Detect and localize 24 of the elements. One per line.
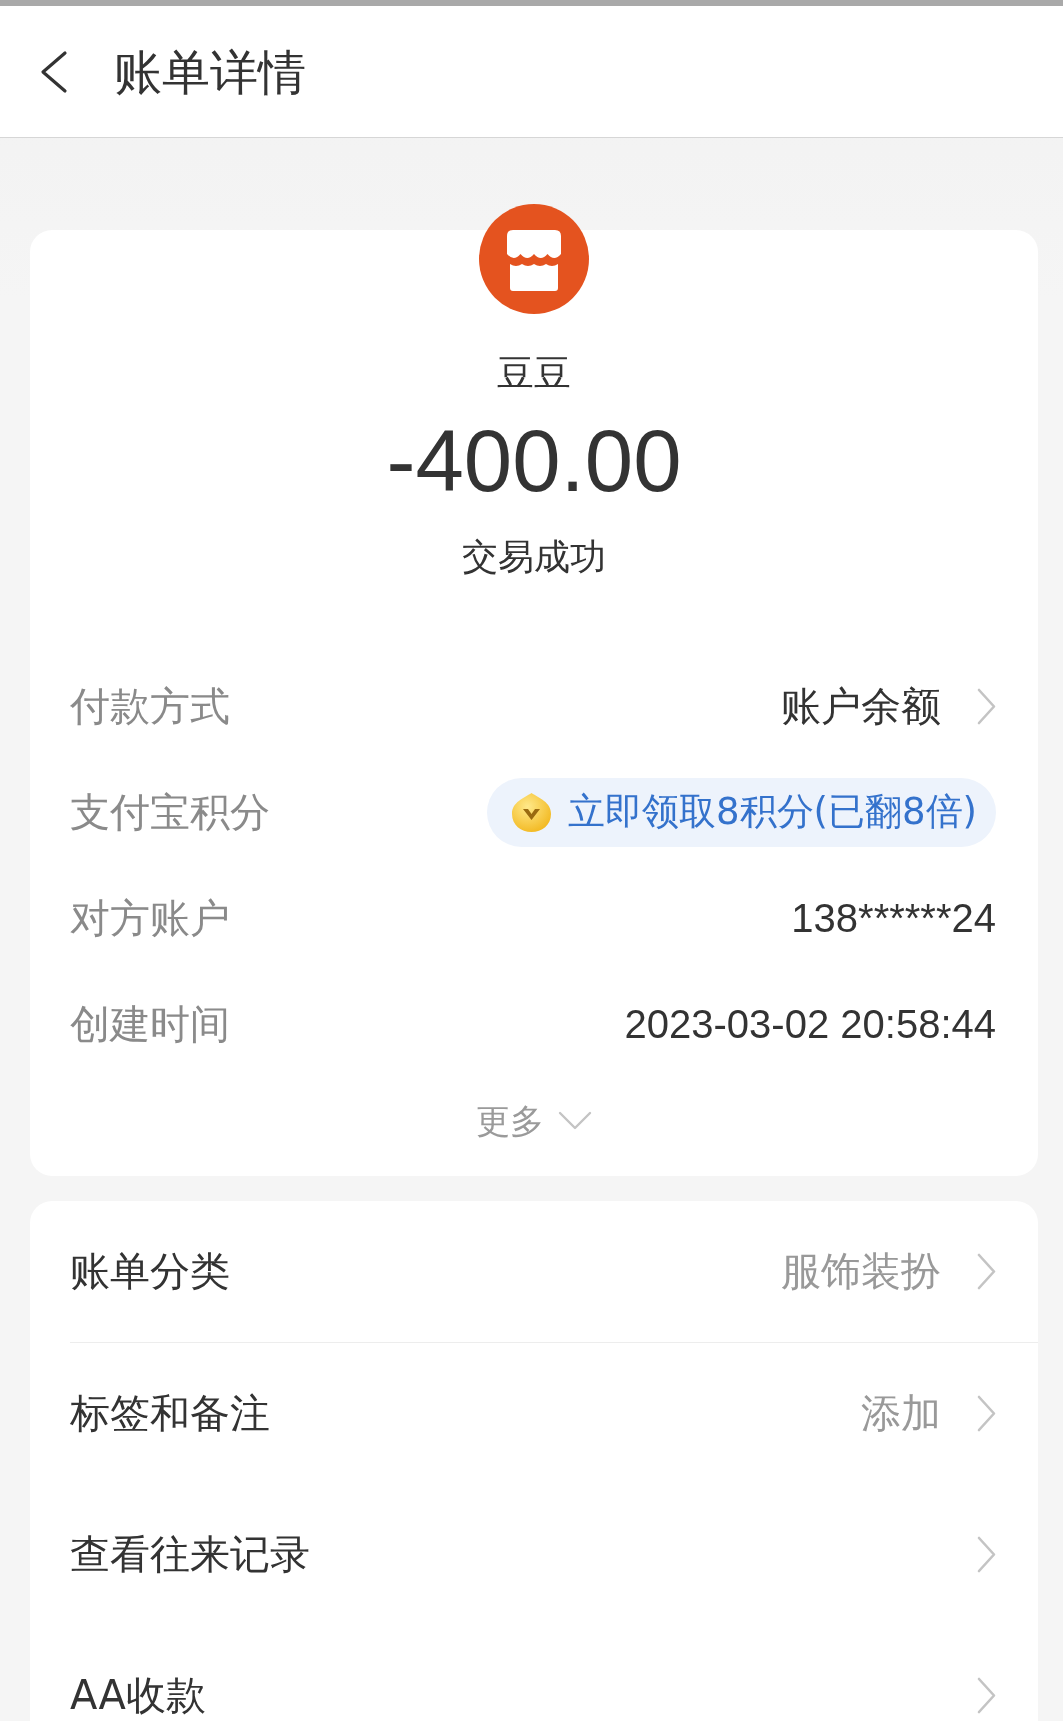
detail-value: 138******24 [791, 895, 996, 941]
row-label[interactable]: 查看往来记录 [70, 1527, 310, 1582]
row-label[interactable]: 账单分类 [70, 1244, 230, 1299]
chevron-right-icon [977, 1677, 996, 1714]
page-title: 账单详情 [114, 43, 306, 100]
row-label[interactable]: 标签和备注 [70, 1386, 270, 1441]
row-label[interactable]: AA收款 [70, 1668, 206, 1721]
detail-label: 创建时间 [70, 999, 230, 1049]
merchant-name: 豆豆 [497, 352, 571, 396]
chevron-right-icon [977, 1395, 996, 1432]
detail-value: 账户余额 [781, 682, 941, 730]
row-value: 添加 [861, 1389, 941, 1438]
detail-label: 付款方式 [70, 681, 230, 731]
detail-label: 对方账户 [70, 893, 230, 943]
amount-text: -400.00 [386, 411, 682, 511]
chevron-right-icon [977, 1253, 996, 1290]
coin-icon [511, 791, 553, 833]
row-value: 服饰装扮 [781, 1247, 941, 1296]
chevron-right-icon [977, 1536, 996, 1573]
detail-label: 支付宝积分 [70, 787, 270, 837]
detail-value: 2023-03-02 20:58:44 [624, 1001, 996, 1047]
chevron-right-icon [977, 687, 996, 725]
points-button[interactable]: 立即领取8积分(已翻8倍) [487, 777, 996, 847]
status-text: 交易成功 [462, 535, 606, 579]
